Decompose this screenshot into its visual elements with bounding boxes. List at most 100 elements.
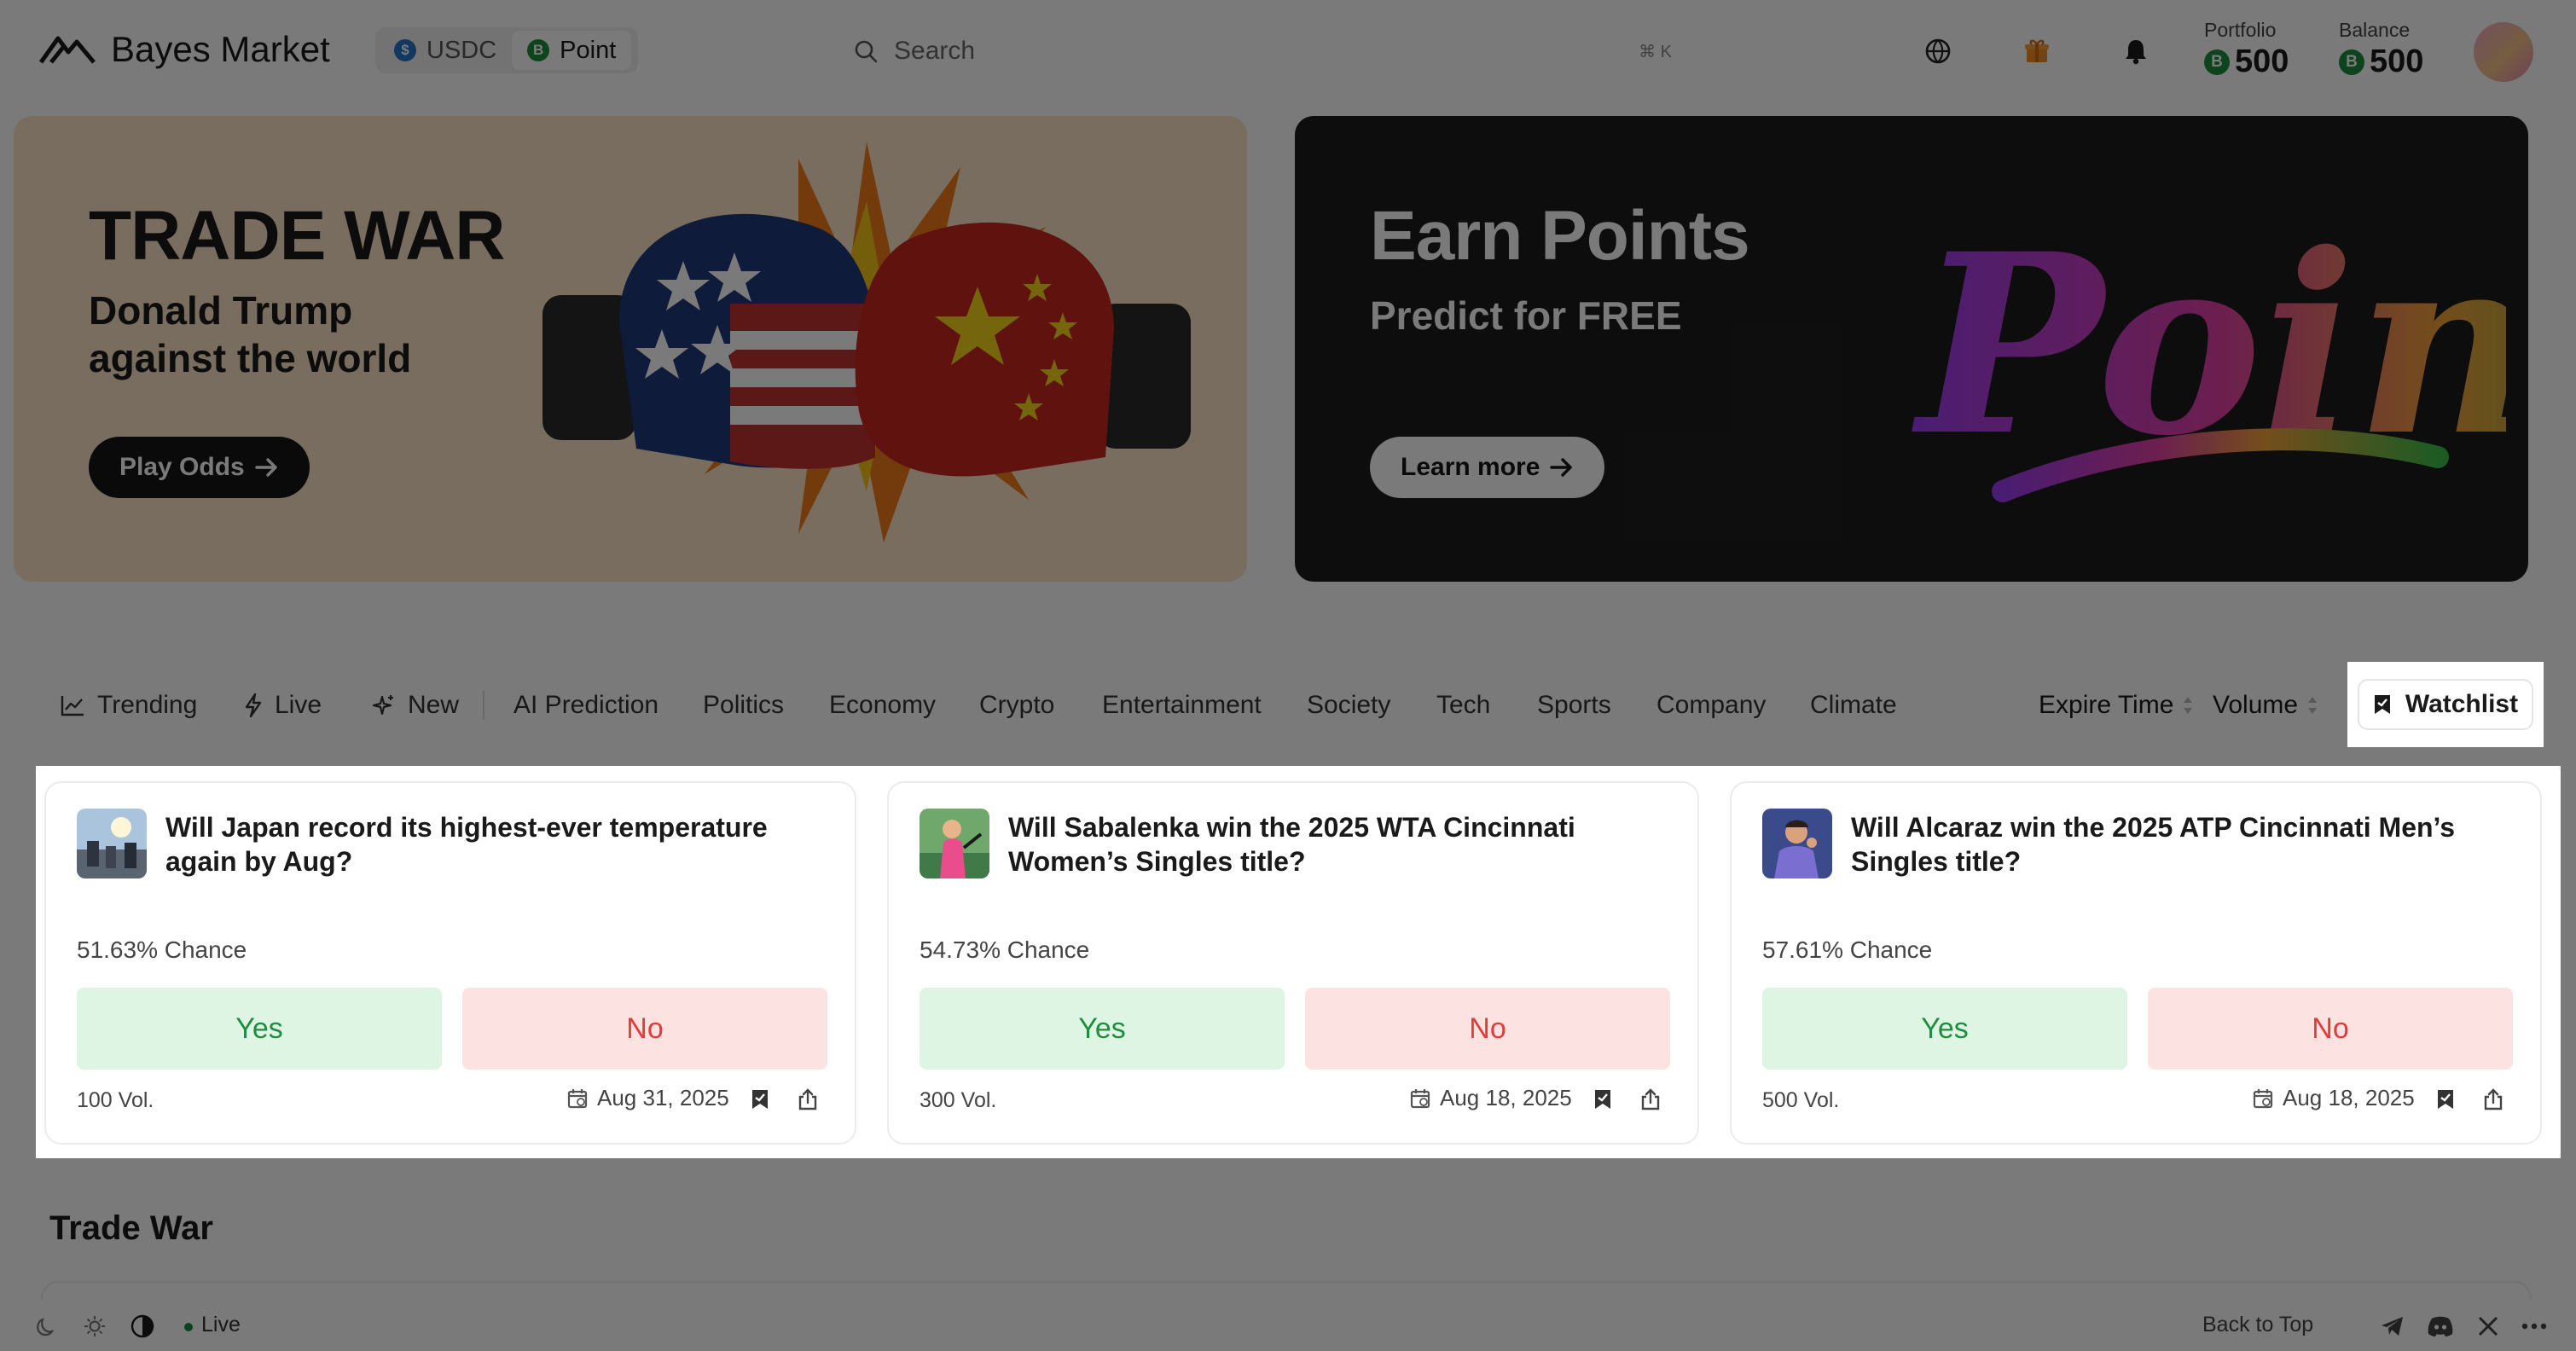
more-icon[interactable] [2520,1312,2549,1341]
market-card[interactable]: Will Sabalenka win the 2025 WTA Cincinna… [887,781,1699,1145]
bookmark-icon[interactable] [2431,1085,2460,1114]
calendar-icon [2252,1087,2274,1110]
currency-point-label: Point [560,36,617,64]
bell-icon[interactable] [2119,34,2153,68]
point-coin-icon: B [527,39,550,61]
market-thumbnail [920,809,989,878]
market-volume: 300 Vol. [920,1088,997,1112]
market-question[interactable]: Will Sabalenka win the 2025 WTA Cincinna… [1008,810,1674,878]
tab-sports[interactable]: Sports [1537,684,1611,727]
buy-yes-button[interactable]: Yes [920,988,1285,1070]
tab-label: Trending [97,691,198,719]
currency-usdc-label: USDC [426,36,497,64]
portfolio-stat[interactable]: Portfolio B 500 [2204,19,2289,80]
tab-economy[interactable]: Economy [829,684,936,727]
telegram-icon[interactable] [2378,1312,2407,1341]
trending-chart-icon [60,693,85,717]
contrast-icon[interactable] [128,1312,157,1341]
watchlist-spotlight: Watchlist [2347,662,2544,747]
market-thumbnail [77,809,147,878]
overlay-region [2347,747,2544,766]
tab-climate[interactable]: Climate [1810,684,1897,727]
tab-new[interactable]: New [372,684,459,727]
tab-label: Entertainment [1102,691,1262,719]
globe-icon[interactable] [1921,34,1955,68]
tab-trending[interactable]: Trending [60,684,197,727]
watchlist-button[interactable]: Watchlist [2358,679,2533,730]
banner-title: Earn Points [1370,197,1750,275]
search-icon [853,38,879,64]
discord-icon[interactable] [2426,1312,2455,1341]
tab-entertainment[interactable]: Entertainment [1102,684,1262,727]
buy-yes-button[interactable]: Yes [1762,988,2127,1070]
tab-politics[interactable]: Politics [703,684,784,727]
market-card[interactable]: Will Alcaraz win the 2025 ATP Cincinnati… [1730,781,2542,1145]
logo-mountain-icon [39,33,96,66]
buy-yes-button[interactable]: Yes [77,988,442,1070]
market-chance: 51.63% Chance [77,936,247,963]
play-odds-button[interactable]: Play Odds [89,437,310,498]
sort-arrows-icon [2182,693,2194,717]
calendar-icon [566,1087,589,1110]
buy-no-button[interactable]: No [2148,988,2513,1070]
balance-value: 500 [2370,43,2424,79]
tab-crypto[interactable]: Crypto [979,684,1054,727]
top-header: Bayes Market $ USDC B Point Search ⌘ K P… [0,0,2576,104]
tab-company[interactable]: Company [1656,684,1766,727]
sort-label: Volume [2213,691,2299,719]
tab-ai-prediction[interactable]: AI Prediction [513,684,659,727]
learn-more-button[interactable]: Learn more [1370,437,1605,498]
market-expiry-date: Aug 18, 2025 [2283,1085,2415,1110]
banner-title: TRADE WAR [89,197,506,275]
x-icon[interactable] [2474,1312,2503,1341]
market-chance: 57.61% Chance [1762,936,1933,963]
live-status-label: Live [201,1313,241,1337]
search-bar[interactable]: Search ⌘ K [853,26,1697,77]
currency-usdc-option[interactable]: $ USDC [379,31,512,70]
share-icon[interactable] [793,1085,822,1114]
search-shortcut-hint: ⌘ K [1639,42,1672,61]
market-question[interactable]: Will Alcaraz win the 2025 ATP Cincinnati… [1851,810,2516,878]
tab-tech[interactable]: Tech [1436,684,1490,727]
sort-volume[interactable]: Volume [2213,684,2318,727]
sparkle-icon [372,693,396,717]
market-expiry: Aug 31, 2025 [566,1085,729,1111]
arrow-right-icon [1550,457,1574,478]
tab-label: New [408,691,460,719]
sort-expire-time[interactable]: Expire Time [2039,684,2194,727]
currency-point-option[interactable]: B Point [512,31,632,70]
market-card[interactable]: Will Japan record its highest-ever tempe… [44,781,856,1145]
back-to-top-link[interactable]: Back to Top [2202,1313,2313,1337]
buy-no-button[interactable]: No [462,988,827,1070]
market-chance: 54.73% Chance [920,936,1090,963]
bookmark-icon[interactable] [746,1085,775,1114]
learn-more-label: Learn more [1401,453,1540,481]
tab-society[interactable]: Society [1307,684,1390,727]
moon-icon[interactable] [32,1312,61,1341]
balance-stat[interactable]: Balance B 500 [2339,19,2423,80]
market-expiry: Aug 18, 2025 [2252,1085,2415,1111]
bookmark-icon[interactable] [1588,1085,1617,1114]
user-avatar[interactable] [2474,22,2533,82]
share-icon[interactable] [2479,1085,2508,1114]
buy-no-button[interactable]: No [1305,988,1670,1070]
earn-points-banner[interactable]: Earn Points Predict for FREE Learn more … [1295,116,2528,582]
search-placeholder: Search [894,37,976,65]
banner-subtitle: Predict for FREE [1370,293,1682,338]
tab-divider [483,691,484,720]
gift-icon[interactable] [2020,34,2054,68]
sun-icon[interactable] [80,1312,109,1341]
market-expiry-date: Aug 18, 2025 [1440,1085,1572,1110]
point-coin-icon: B [2204,49,2230,75]
market-question[interactable]: Will Japan record its highest-ever tempe… [165,810,831,878]
app-name: Bayes Market [111,29,330,69]
sort-arrows-icon [2306,693,2318,717]
trade-war-banner[interactable]: TRADE WAR Donald Trump against the world… [14,116,1247,582]
live-status-dot [184,1323,193,1331]
banner-subtitle-line: Donald Trump [89,288,353,333]
tab-live[interactable]: Live [244,684,322,727]
app-logo[interactable]: Bayes Market [39,29,330,70]
share-icon[interactable] [1636,1085,1665,1114]
market-expiry: Aug 18, 2025 [1409,1085,1572,1111]
bottom-bar [0,1300,2576,1351]
